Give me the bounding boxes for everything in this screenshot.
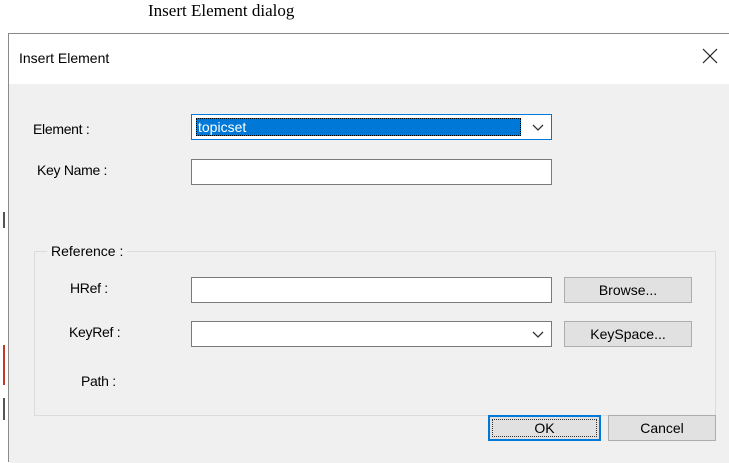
dialog-title: Insert Element — [19, 50, 110, 66]
ok-button-label: OK — [534, 420, 555, 436]
insert-element-dialog: Insert Element Element : topicset Key Na… — [8, 33, 729, 463]
ok-button[interactable]: OK — [488, 415, 601, 441]
left-edge-mark — [3, 398, 5, 420]
cancel-button[interactable]: Cancel — [608, 415, 716, 441]
href-label: HRef : — [70, 280, 108, 296]
title-bar: Insert Element — [9, 34, 729, 84]
keyref-label: KeyRef : — [69, 324, 121, 340]
path-label: Path : — [81, 373, 116, 389]
dialog-body: Element : topicset Key Name : Reference … — [9, 84, 729, 463]
element-select[interactable]: topicset — [191, 114, 552, 140]
chevron-down-icon — [532, 124, 544, 131]
key-name-input[interactable] — [191, 159, 552, 185]
chevron-down-icon — [532, 331, 544, 338]
browse-button[interactable]: Browse... — [564, 277, 692, 303]
reference-group-label: Reference : — [47, 243, 128, 259]
element-label: Element : — [33, 121, 90, 137]
href-input[interactable] — [191, 277, 552, 303]
left-edge-mark-red — [3, 345, 5, 385]
keyspace-button[interactable]: KeySpace... — [564, 321, 692, 347]
close-button[interactable] — [696, 42, 724, 70]
left-edge-mark — [3, 212, 5, 228]
key-name-label: Key Name : — [37, 162, 108, 178]
element-select-value: topicset — [196, 118, 521, 136]
close-icon — [702, 48, 718, 64]
figure-caption: Insert Element dialog — [148, 1, 295, 20]
keyref-select[interactable] — [191, 321, 552, 347]
